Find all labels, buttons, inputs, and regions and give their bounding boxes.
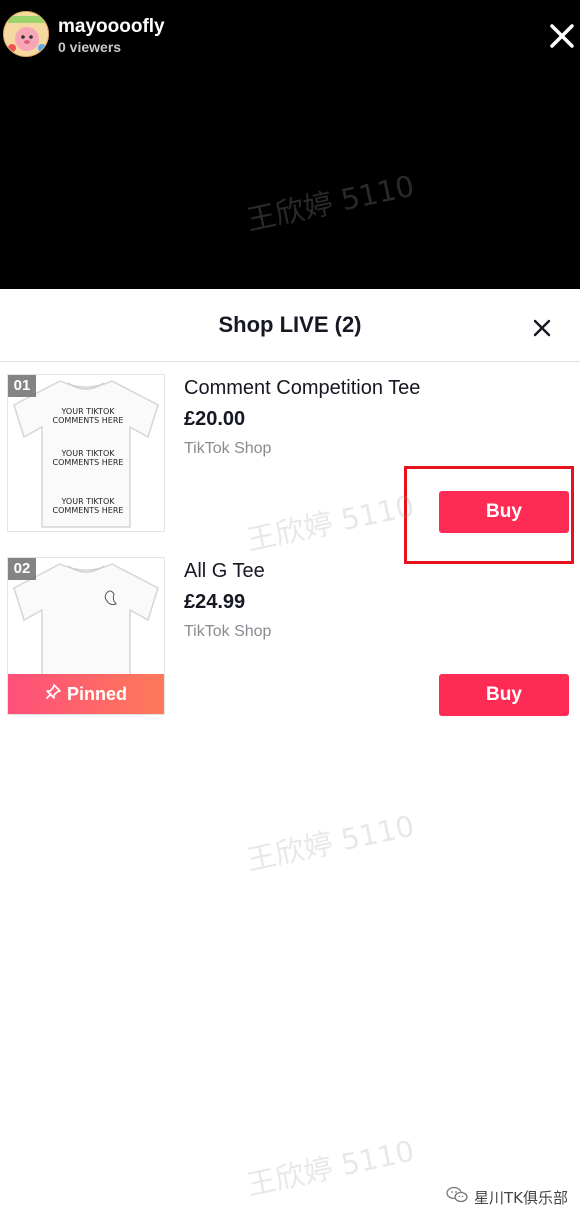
live-video-area: mayoooofly 0 viewers 王欣婷 5110: [0, 0, 580, 289]
close-icon[interactable]: [546, 20, 578, 52]
watermark: 王欣婷 5110: [243, 1133, 418, 1203]
product-item[interactable]: 02 Pinned All G Tee £24.99 TikTok Shop B…: [0, 557, 580, 717]
product-store: TikTok Shop: [184, 440, 272, 457]
close-icon[interactable]: [530, 316, 554, 340]
product-name[interactable]: All G Tee: [184, 560, 265, 583]
viewer-count: 0 viewers: [58, 39, 122, 55]
product-price: £24.99: [184, 591, 246, 613]
product-store: TikTok Shop: [184, 623, 272, 640]
pin-icon: [45, 683, 61, 705]
pinned-label: Pinned: [66, 683, 127, 704]
buy-button[interactable]: Buy: [439, 674, 569, 716]
host-avatar[interactable]: [3, 11, 49, 57]
shirt-print-text: YOUR TIKTOK COMMENTS HERE: [52, 407, 124, 425]
highlight-box: [404, 466, 574, 564]
footer-brand: 星川TK俱乐部: [446, 1186, 568, 1208]
watermark: 王欣婷 5110: [243, 168, 418, 238]
index-badge: 02: [8, 558, 36, 580]
shirt-print-text: YOUR TIKTOK COMMENTS HERE: [52, 449, 124, 467]
shop-sheet-header: Shop LIVE (2): [0, 289, 580, 362]
wechat-icon: [446, 1186, 468, 1208]
shirt-print-text: YOUR TIKTOK COMMENTS HERE: [52, 497, 124, 515]
sheet-title: Shop LIVE (2): [218, 312, 362, 337]
footer-brand-text: 星川TK俱乐部: [474, 1188, 568, 1207]
product-image[interactable]: YOUR TIKTOK COMMENTS HERE YOUR TIKTOK CO…: [7, 374, 165, 532]
product-image[interactable]: 02 Pinned: [7, 557, 165, 715]
watermark: 王欣婷 5110: [243, 808, 418, 878]
product-name[interactable]: Comment Competition Tee: [184, 377, 420, 400]
pinned-badge: Pinned: [8, 674, 164, 714]
product-price: £20.00: [184, 408, 246, 430]
index-badge: 01: [8, 375, 36, 397]
host-name[interactable]: mayoooofly: [58, 16, 165, 38]
